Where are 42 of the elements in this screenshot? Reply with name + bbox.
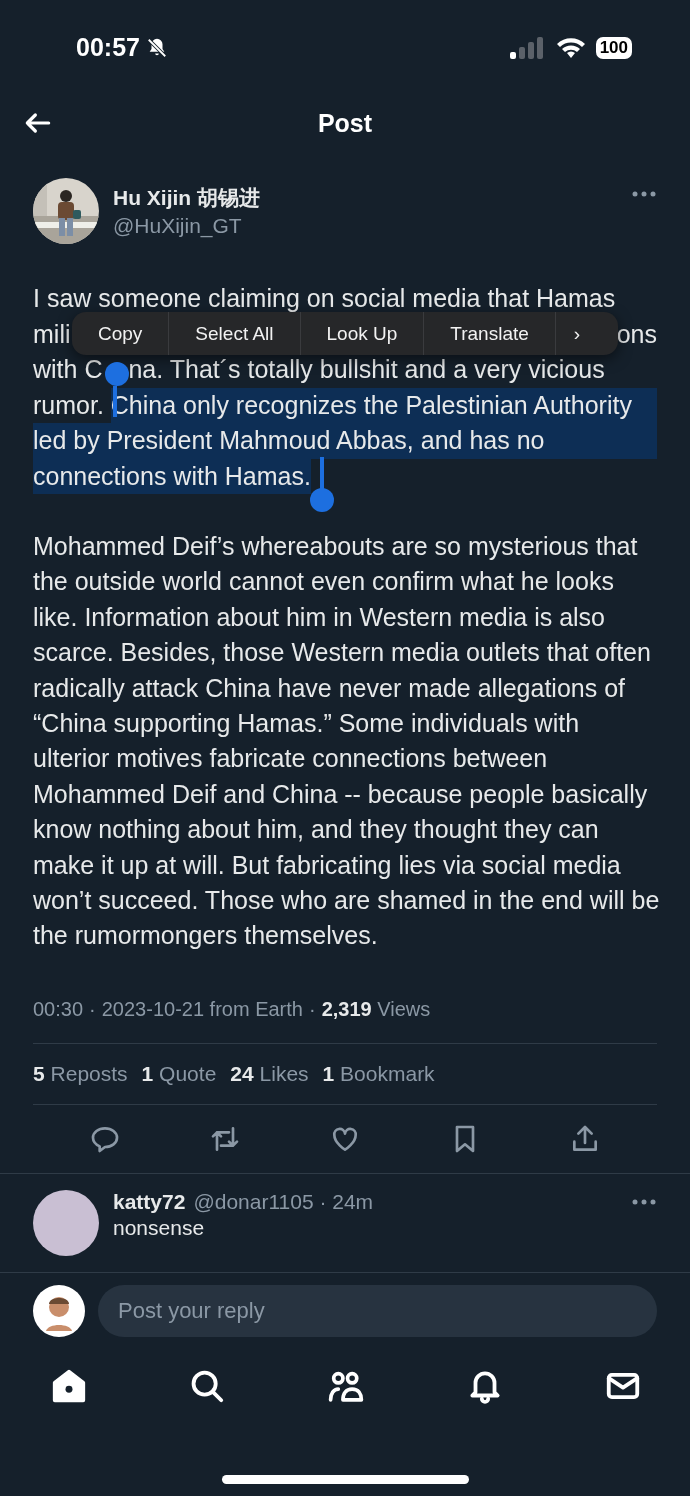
menu-item[interactable]: Select All — [169, 312, 301, 355]
post-text: ons — [616, 318, 657, 350]
selection-start-knob[interactable] — [105, 362, 129, 386]
engagement-stat[interactable]: 1 Quote — [141, 1061, 217, 1086]
more-menu-button[interactable]: › — [555, 312, 599, 355]
engagement-stat[interactable]: 5 Reposts — [33, 1061, 128, 1086]
engagement-stat[interactable]: 1 Bookmark — [322, 1061, 435, 1086]
separator-dot: · — [89, 998, 96, 1022]
signal-icon — [509, 36, 546, 59]
separator-dot: · — [308, 998, 316, 1022]
clock-time: 00:57 — [76, 33, 140, 62]
post-text: mili — [33, 318, 71, 350]
author-handle[interactable]: @HuXijin_GT — [113, 214, 617, 238]
reply-author-name[interactable]: katty72 — [113, 1189, 186, 1214]
more-options-button[interactable] — [631, 190, 657, 198]
post-text: Mohammed Deif’s whereabouts are so mysterious that the outside world cannot even confirm what he looks like. Information about him in Western media is also scarce. Besides, those Western media outlets that often radically attack China have never made allegations of “China supporting Hamas.” Some individuals with ulterior motives fabricate connections between Mohammed Deif and China -- because people basically know nothing about him, and they thought they can make it up at will. But fabricating lies via social media won’t succeed. Those who are shamed in the end will be the rumormongers themselves. — [33, 531, 661, 952]
post-text: with C — [33, 354, 103, 385]
page-title: Post — [317, 108, 373, 138]
avatar — [33, 1189, 99, 1256]
view-count: 2,319 Views — [321, 998, 431, 1022]
selection-end-handle[interactable] — [320, 457, 324, 489]
author-name[interactable]: Hu Xijin 胡锡进 — [113, 184, 617, 212]
post-text: rumor. — [33, 389, 105, 421]
post-text: led by President Mahmoud Abbas, and has no — [33, 423, 657, 459]
post-text: na. That´s totally bullshit and a very vicious — [128, 354, 605, 385]
more-options-button[interactable] — [631, 1197, 657, 1206]
reply-text: nonsense — [113, 1215, 206, 1240]
menu-item[interactable]: Translate — [424, 312, 556, 355]
post-text: I saw someone claiming on social media that Hamas — [33, 283, 616, 314]
muted-bell-icon — [145, 36, 168, 59]
post-text: connections with Hamas. — [33, 458, 311, 494]
menu-item[interactable]: Copy — [72, 312, 170, 355]
post-time: 00:30 — [33, 998, 84, 1022]
reply-handle[interactable]: @donar1105 · 24m — [193, 1189, 374, 1214]
engagement-stat[interactable]: 24 Likes — [230, 1061, 309, 1086]
menu-item[interactable]: Look Up — [300, 312, 425, 355]
reply-input-field[interactable]: Post your reply — [98, 1284, 657, 1337]
post-date: 2023-10-21 from Earth — [101, 998, 303, 1022]
selection-end-knob[interactable] — [310, 488, 334, 512]
avatar — [33, 1284, 85, 1337]
wifi-icon — [555, 36, 586, 59]
battery-indicator: 100 — [595, 36, 632, 59]
